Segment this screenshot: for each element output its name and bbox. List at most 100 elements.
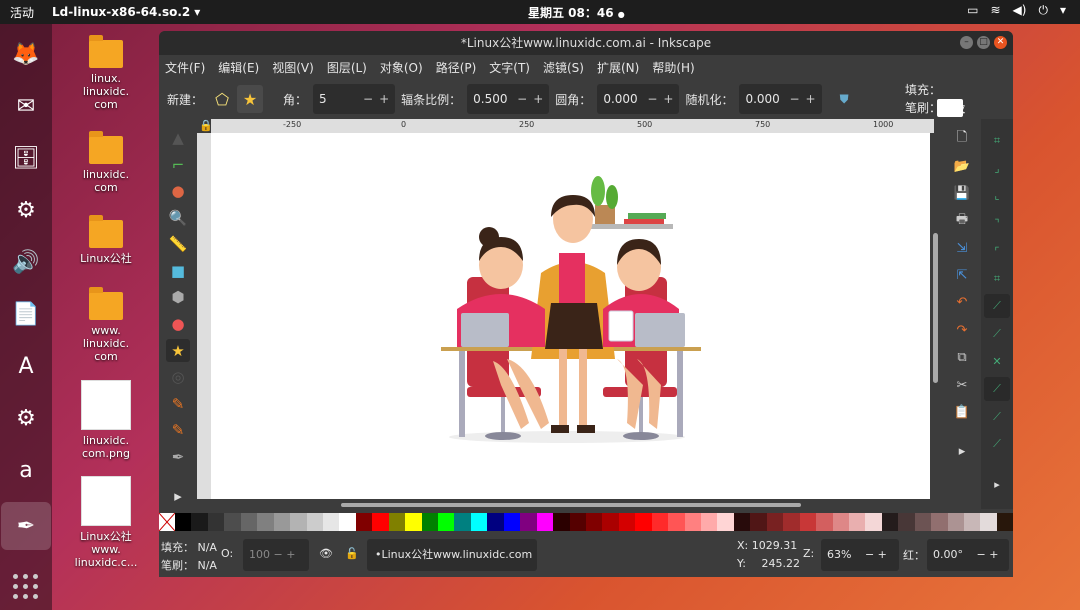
app-menu[interactable]: Ld-linux-x86-64.so.2 ▾	[52, 5, 200, 19]
snap-bbox-center-icon[interactable]: ⌗	[984, 267, 1010, 291]
system-settings-icon[interactable]: ⚙	[6, 398, 46, 438]
palette-swatch[interactable]	[520, 513, 537, 531]
calligraphy-tool-icon[interactable]: ✒	[166, 445, 190, 469]
palette-swatch[interactable]	[569, 513, 586, 531]
snap-midpoint-icon[interactable]: ⟋	[984, 432, 1010, 456]
snap-intersection-icon[interactable]: ✕	[984, 350, 1010, 374]
randomized-spinbox[interactable]: 0.000− +	[739, 84, 822, 114]
menu-item[interactable]: 帮助(H)	[652, 59, 694, 76]
snap-bbox-icon[interactable]: ⌟	[984, 156, 1010, 180]
volume-icon[interactable]: ◀)	[1013, 3, 1027, 18]
redo-icon[interactable]: ↷	[951, 319, 973, 341]
spiral-tool-icon[interactable]: ◎	[166, 365, 190, 389]
zoom-tool-icon[interactable]: 🔍	[166, 206, 190, 230]
palette-swatch[interactable]	[487, 513, 504, 531]
palette-swatch[interactable]	[898, 513, 915, 531]
palette-swatch[interactable]	[602, 513, 619, 531]
snap-nodes-icon[interactable]: ⟋	[984, 294, 1010, 319]
node-tool-icon[interactable]: ⌐	[166, 153, 190, 177]
menu-item[interactable]: 编辑(E)	[218, 59, 259, 76]
vertical-ruler[interactable]	[197, 133, 211, 499]
import-icon[interactable]: ⇲	[951, 237, 973, 259]
show-apps-icon[interactable]	[13, 574, 39, 600]
star-mode-icon[interactable]: ★	[237, 85, 264, 113]
palette-swatch[interactable]	[553, 513, 570, 531]
display-icon[interactable]: ▭	[967, 3, 978, 18]
palette-swatch[interactable]	[372, 513, 389, 531]
palette-swatch[interactable]	[290, 513, 307, 531]
palette-swatch[interactable]	[783, 513, 800, 531]
speaker-icon[interactable]: 🔊	[6, 242, 46, 282]
snap-path-icon[interactable]: ⟋	[984, 322, 1010, 346]
star-tool-icon[interactable]: ★	[166, 338, 190, 363]
zoom-spinbox[interactable]: 63% − +	[821, 539, 899, 571]
palette-swatch[interactable]	[240, 513, 258, 531]
print-icon[interactable]: 🖶	[951, 210, 973, 232]
copy-icon[interactable]: ⧉	[951, 347, 973, 369]
selector-tool-icon[interactable]: ▲	[166, 127, 190, 151]
3d-box-tool-icon[interactable]: ⬢	[166, 286, 190, 310]
palette-swatch[interactable]	[503, 513, 521, 531]
menu-item[interactable]: 文件(F)	[165, 59, 205, 76]
paste-icon[interactable]: 📋	[951, 401, 973, 423]
palette-swatch[interactable]	[668, 513, 685, 531]
menu-item[interactable]: 图层(L)	[327, 59, 367, 76]
palette-swatch[interactable]	[585, 513, 603, 531]
corners-spinbox[interactable]: 5− +	[313, 84, 396, 114]
palette-swatch[interactable]	[339, 513, 356, 531]
thunderbird-icon[interactable]: ✉	[6, 86, 46, 126]
snap-bbox-corner-icon[interactable]: ⌝	[984, 212, 1010, 236]
rectangle-tool-icon[interactable]: ■	[166, 259, 190, 283]
palette-swatch[interactable]	[405, 513, 422, 531]
desktop-icon[interactable]: linuxidc. com	[71, 131, 141, 194]
palette-swatch[interactable]	[454, 513, 471, 531]
palette-swatch[interactable]	[355, 513, 373, 531]
palette-swatch[interactable]	[766, 513, 784, 531]
menu-item[interactable]: 扩展(N)	[597, 59, 639, 76]
palette-swatch[interactable]	[438, 513, 455, 531]
palette-swatch[interactable]	[388, 513, 406, 531]
palette-swatch[interactable]	[470, 513, 488, 531]
palette-swatch[interactable]	[980, 513, 997, 531]
palette-swatch[interactable]	[947, 513, 964, 531]
new-document-icon[interactable]: 🗋	[951, 128, 973, 150]
palette-swatch[interactable]	[618, 513, 636, 531]
files-cabinet-icon[interactable]: 🗄	[6, 138, 46, 178]
opacity-spinbox[interactable]: 100 − +	[243, 539, 309, 571]
snap-toggle-icon[interactable]: ⌗	[984, 129, 1010, 153]
palette-swatch[interactable]	[996, 513, 1013, 531]
horizontal-ruler[interactable]: -250 0 250 500 750 1000	[211, 119, 934, 133]
palette-swatch[interactable]	[799, 513, 817, 531]
amazon-icon[interactable]: a	[6, 450, 46, 490]
palette-swatch[interactable]	[717, 513, 734, 531]
palette-swatch[interactable]	[224, 513, 241, 531]
lock-guides-icon[interactable]: 🔒	[199, 119, 213, 132]
close-icon[interactable]: ✕	[994, 36, 1007, 49]
desktop-icon[interactable]: linux. linuxidc. com	[71, 35, 141, 111]
stroke-status[interactable]: 笔刷： N/A	[161, 557, 217, 573]
software-center-icon[interactable]: A	[6, 346, 46, 386]
minimize-icon[interactable]: –	[960, 36, 973, 49]
palette-swatch[interactable]	[848, 513, 866, 531]
tweak-tool-icon[interactable]: ●	[166, 180, 190, 204]
desktop-icon[interactable]: Linux公社	[71, 215, 141, 265]
maximize-icon[interactable]: □	[977, 36, 990, 49]
writer-icon[interactable]: 📄	[6, 294, 46, 334]
rotation-spinbox[interactable]: 0.00° − +	[927, 539, 1009, 571]
palette-swatch[interactable]	[881, 513, 899, 531]
palette-swatch[interactable]	[964, 513, 981, 531]
menu-item[interactable]: 对象(O)	[380, 59, 423, 76]
palette-swatch[interactable]	[750, 513, 767, 531]
chevron-down-icon[interactable]: ▾	[1060, 3, 1066, 18]
menu-item[interactable]: 路径(P)	[436, 59, 477, 76]
palette-swatch[interactable]	[273, 513, 291, 531]
palette-swatch[interactable]	[635, 513, 652, 531]
palette-swatch[interactable]	[536, 513, 554, 531]
menu-item[interactable]: 文字(T)	[489, 59, 530, 76]
menu-item[interactable]: 滤镜(S)	[543, 59, 584, 76]
palette-swatch[interactable]	[931, 513, 948, 531]
power-icon[interactable]: ⏻	[1038, 3, 1048, 18]
wifi-icon[interactable]: ≋	[990, 3, 1000, 18]
open-folder-icon[interactable]: 📂	[951, 155, 973, 177]
menu-item[interactable]: 视图(V)	[272, 59, 314, 76]
